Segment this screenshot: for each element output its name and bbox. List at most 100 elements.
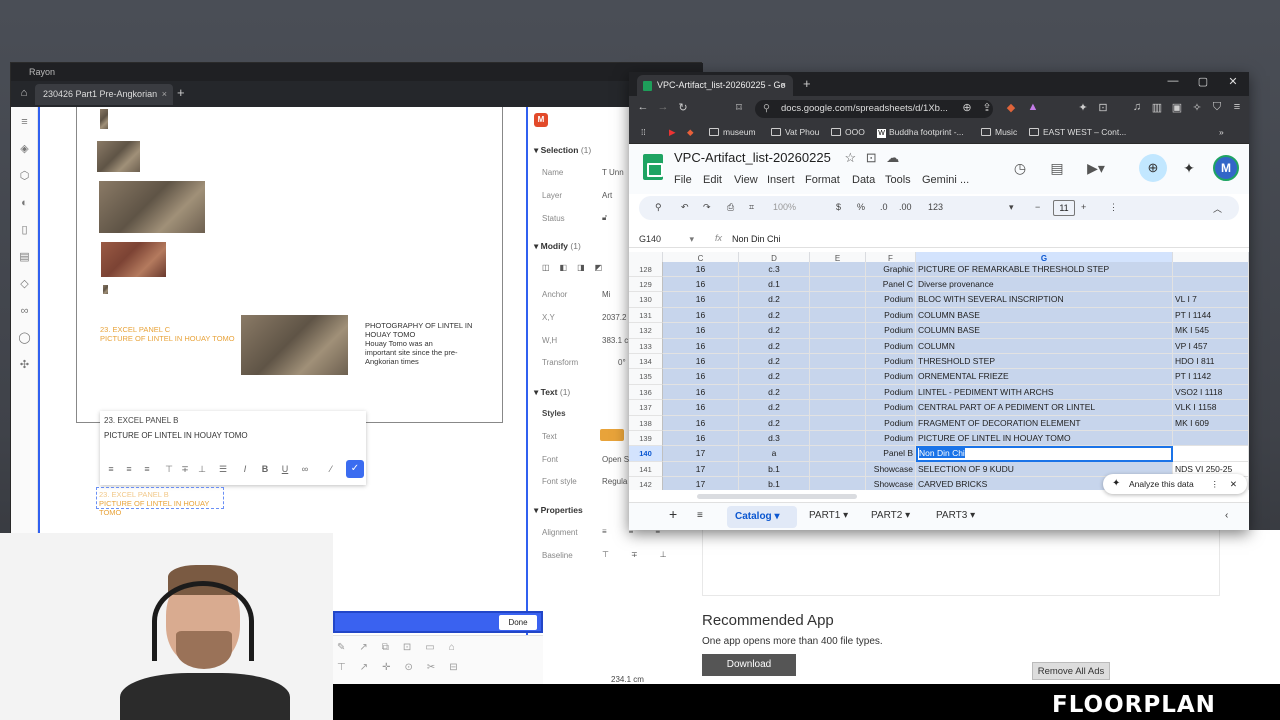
more-icon[interactable]: ⋮ bbox=[1211, 474, 1220, 494]
align-center-icon[interactable]: ≡ bbox=[122, 462, 136, 476]
zoom-select[interactable]: 100% bbox=[773, 202, 796, 212]
add-sheet-icon[interactable]: + bbox=[669, 506, 677, 522]
new-tab-icon[interactable]: + bbox=[177, 86, 185, 100]
table-cell-h[interactable]: VLK I 1158 bbox=[1173, 400, 1249, 416]
share-icon[interactable]: ⇪ bbox=[979, 101, 995, 114]
table-cell-f[interactable]: Podium bbox=[866, 384, 916, 401]
menu-tools[interactable]: Tools bbox=[885, 174, 911, 186]
font-dropdown-icon[interactable]: ▾ bbox=[1009, 202, 1014, 213]
table-cell-d[interactable]: d.2 bbox=[739, 338, 810, 354]
layers-icon[interactable]: ◈ bbox=[17, 142, 32, 157]
row-header[interactable]: 133 bbox=[629, 338, 663, 354]
bookmark-vat-phou[interactable]: Vat Phou bbox=[771, 127, 819, 137]
bookmark-museum[interactable]: museum bbox=[709, 127, 756, 137]
maximize-icon[interactable]: ▢ bbox=[1195, 75, 1211, 88]
modify-header[interactable]: ▾ Modify (1) bbox=[534, 241, 581, 252]
table-cell-h[interactable]: PT I 1142 bbox=[1173, 369, 1249, 385]
table-cell-f[interactable]: Podium bbox=[866, 354, 916, 370]
table-cell-f[interactable]: Showcase bbox=[866, 461, 916, 478]
table-cell-e[interactable] bbox=[810, 292, 866, 308]
cloud-status-icon[interactable]: ☁ bbox=[886, 150, 899, 165]
text-header[interactable]: ▾ Text (1) bbox=[534, 387, 570, 398]
edit-text-line[interactable]: PICTURE OF LINTEL IN HOUAY TOMO bbox=[104, 431, 248, 440]
new-tab-icon[interactable]: + bbox=[803, 76, 811, 91]
table-cell-c[interactable]: 16 bbox=[663, 261, 739, 277]
percent-format-button[interactable]: % bbox=[857, 202, 865, 212]
bookmark-icon[interactable]: ⌑ bbox=[731, 101, 747, 114]
table-cell-h[interactable] bbox=[1173, 431, 1249, 447]
download-button[interactable]: Download bbox=[702, 654, 796, 676]
table-cell-e[interactable] bbox=[810, 323, 866, 339]
spreadsheet-grid[interactable]: C D E F G 128 16 c.3 Graphic PICTURE OF REMA… bbox=[629, 252, 1249, 490]
row-header[interactable]: 137 bbox=[629, 400, 663, 416]
comment-icon[interactable]: ◯ bbox=[17, 331, 32, 346]
table-cell-f[interactable]: Showcase bbox=[866, 477, 916, 490]
star-icon[interactable]: ☆ bbox=[844, 150, 856, 165]
caption-panel-c[interactable]: 23. EXCEL PANEL C bbox=[100, 325, 170, 334]
table-cell-d[interactable]: d.2 bbox=[739, 415, 810, 431]
history-icon[interactable]: ◷ bbox=[1011, 160, 1029, 177]
bookmark-music[interactable]: Music bbox=[981, 127, 1017, 137]
table-cell-h[interactable]: VL I 7 bbox=[1173, 292, 1249, 308]
collapse-toolbar-icon[interactable]: ︿ bbox=[1213, 202, 1222, 215]
document-title[interactable]: VPC-Artifact_list-20260225 ☆ ⊡ ☁ bbox=[674, 150, 899, 166]
table-cell-c[interactable]: 16 bbox=[663, 384, 739, 401]
layer-value[interactable]: Art bbox=[602, 191, 612, 200]
table-cell-d[interactable]: b.1 bbox=[739, 461, 810, 478]
menu-icon[interactable]: ≡ bbox=[17, 115, 32, 130]
underline-icon[interactable]: U bbox=[278, 462, 292, 476]
photo-caption[interactable]: Houay Tomo was an bbox=[365, 339, 433, 348]
table-cell-d[interactable]: d.2 bbox=[739, 369, 810, 385]
table-cell-e[interactable] bbox=[810, 446, 866, 462]
align-right-icon[interactable]: ≡ bbox=[140, 462, 154, 476]
rewards-icon[interactable]: ▲ bbox=[1025, 101, 1041, 113]
menu-view[interactable]: View bbox=[734, 174, 758, 186]
table-cell-d[interactable]: c.3 bbox=[739, 261, 810, 277]
menu-more[interactable]: ... bbox=[960, 174, 969, 186]
table-cell-f[interactable]: Podium bbox=[866, 307, 916, 324]
formula-input[interactable]: Non Din Chi bbox=[732, 234, 781, 244]
increase-decimal-button[interactable]: .00 bbox=[899, 202, 912, 212]
table-cell-c[interactable]: 16 bbox=[663, 354, 739, 370]
bookmark-east-west[interactable]: EAST WEST – Cont... bbox=[1029, 127, 1126, 137]
table-cell-g[interactable]: LINTEL - PEDIMENT WITH ARCHS bbox=[916, 384, 1173, 401]
close-tab-icon[interactable]: × bbox=[162, 84, 167, 105]
wh-value[interactable]: 383.1 c bbox=[602, 336, 628, 345]
table-cell-f[interactable]: Panel B bbox=[866, 446, 916, 462]
table-cell-h[interactable] bbox=[1173, 277, 1249, 293]
done-button[interactable]: Done bbox=[499, 615, 537, 630]
row-header[interactable]: 138 bbox=[629, 415, 663, 431]
zoom-page-icon[interactable]: ⊕ bbox=[959, 101, 975, 114]
row-header[interactable]: 130 bbox=[629, 292, 663, 308]
active-cell[interactable]: Non Din Chi bbox=[916, 446, 1173, 462]
back-icon[interactable]: ← bbox=[635, 101, 651, 113]
xy-value[interactable]: 2037.2 bbox=[602, 313, 626, 322]
align-left-icon[interactable]: ≡ bbox=[104, 462, 118, 476]
table-cell-h[interactable]: VSO2 I 1118 bbox=[1173, 384, 1249, 401]
table-cell-c[interactable]: 17 bbox=[663, 446, 739, 462]
menu-gemini[interactable]: Gemini bbox=[922, 174, 957, 186]
table-cell-d[interactable]: b.1 bbox=[739, 477, 810, 490]
all-sheets-icon[interactable]: ≡ bbox=[697, 510, 703, 521]
font-size-input[interactable]: 11 bbox=[1053, 200, 1075, 216]
sheet-tab-catalog[interactable]: Catalog ▾ bbox=[727, 506, 797, 528]
photo-caption[interactable]: Angkorian times bbox=[365, 357, 419, 366]
collapse-sidebar-icon[interactable]: ‹ bbox=[1225, 510, 1228, 521]
table-cell-c[interactable]: 16 bbox=[663, 277, 739, 293]
move-icon[interactable]: ⊡ bbox=[866, 150, 877, 165]
comments-icon[interactable]: ▤ bbox=[1048, 160, 1066, 177]
link-icon[interactable]: ∞ bbox=[298, 462, 312, 476]
table-cell-e[interactable] bbox=[810, 431, 866, 447]
table-cell-e[interactable] bbox=[810, 400, 866, 416]
table-cell-g[interactable]: ORNEMENTAL FRIEZE bbox=[916, 369, 1173, 385]
lock-icon[interactable]: 🔓︎ bbox=[602, 213, 607, 223]
table-cell-g[interactable]: BLOC WITH SEVERAL INSCRIPTION bbox=[916, 292, 1173, 308]
table-cell-e[interactable] bbox=[810, 277, 866, 293]
table-cell-f[interactable]: Panel C bbox=[866, 277, 916, 293]
vpn-icon[interactable]: ⛉ bbox=[1209, 101, 1225, 114]
table-cell-h[interactable]: MK I 609 bbox=[1173, 415, 1249, 431]
table-cell-d[interactable]: d.3 bbox=[739, 431, 810, 447]
horizontal-scrollbar[interactable] bbox=[697, 494, 857, 499]
link-icon[interactable]: ∞ bbox=[17, 304, 32, 319]
table-cell-c[interactable]: 16 bbox=[663, 338, 739, 354]
